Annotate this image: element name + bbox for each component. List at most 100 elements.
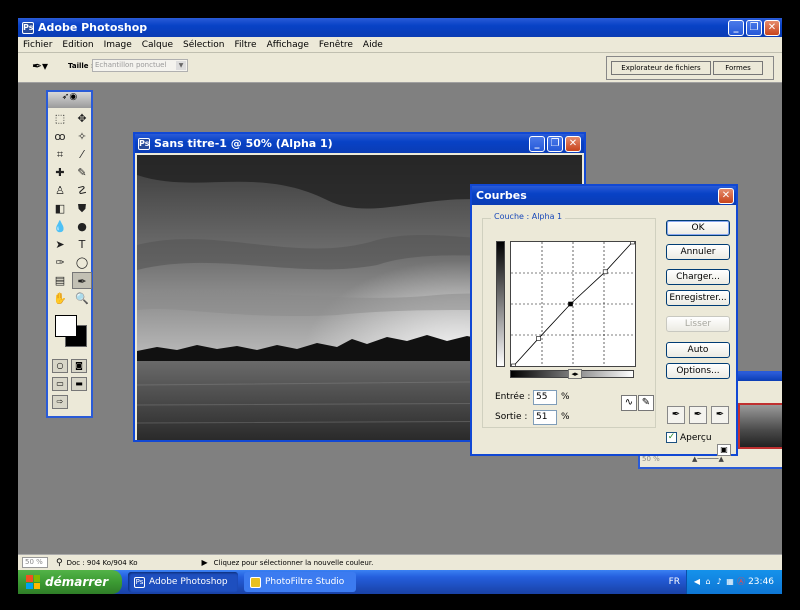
dodge-tool-icon[interactable]: ●	[72, 218, 92, 235]
menu-affichage[interactable]: Affichage	[262, 40, 314, 50]
move-tool-icon[interactable]: ✥	[72, 110, 92, 127]
menu-edition[interactable]: Edition	[57, 40, 98, 50]
healing-brush-tool-icon[interactable]: ✚	[50, 164, 70, 181]
menu-bar: Fichier Edition Image Calque Sélection F…	[18, 37, 782, 53]
brush-tool-icon[interactable]: ✎	[72, 164, 92, 181]
marquee-tool-icon[interactable]: ⬚	[50, 110, 70, 127]
curve-point[interactable]	[535, 336, 541, 341]
app-title-bar[interactable]: Ps Adobe Photoshop _ ❐ ✕	[18, 18, 782, 37]
text-tool-icon[interactable]: T	[72, 236, 92, 253]
curve-point[interactable]	[602, 269, 608, 275]
adobe-online-icon[interactable]: ➶◉	[48, 92, 91, 108]
hand-tool-icon[interactable]: ✋	[50, 290, 70, 307]
menu-fenetre[interactable]: Fenêtre	[314, 40, 358, 50]
start-button[interactable]: démarrer	[18, 570, 122, 594]
tray-back-icon[interactable]: ◀	[693, 577, 701, 587]
preview-label: Aperçu	[680, 432, 712, 443]
auto-button[interactable]: Auto	[666, 342, 730, 358]
shape-tool-icon[interactable]: ◯	[72, 254, 92, 271]
preview-checkbox[interactable]: ✓ Aperçu	[666, 432, 712, 443]
navigator-zoom[interactable]: 50 %	[642, 455, 660, 463]
curves-title-bar[interactable]: Courbes ✕	[472, 186, 736, 205]
foreground-color-swatch[interactable]	[55, 315, 77, 337]
zoom-tool-icon[interactable]: 🔍	[72, 290, 92, 307]
save-button[interactable]: Enregistrer...	[666, 290, 730, 306]
options-button[interactable]: Options...	[666, 363, 730, 379]
document-title-bar[interactable]: Ps Sans titre-1 @ 50% (Alpha 1) _ ❐ ✕	[135, 134, 584, 153]
magic-wand-tool-icon[interactable]: ✧	[72, 128, 92, 145]
menu-calque[interactable]: Calque	[137, 40, 178, 50]
ok-button[interactable]: OK	[666, 220, 730, 236]
stamp-tool-icon[interactable]: ♙	[50, 182, 70, 199]
clock[interactable]: 23:46	[748, 577, 774, 587]
document-close-button[interactable]: ✕	[565, 135, 581, 152]
jump-to-imageready-icon[interactable]: ⇨	[52, 395, 68, 409]
load-button[interactable]: Charger...	[666, 269, 730, 285]
curve-point[interactable]	[630, 239, 635, 245]
navigator-zoom-slider[interactable]: ▲─────▲	[692, 455, 724, 463]
taskbar-item-photoshop[interactable]: Ps Adobe Photoshop	[128, 572, 238, 592]
standard-mode-icon[interactable]: ○	[52, 359, 68, 373]
minimize-button[interactable]: _	[728, 19, 744, 36]
status-bar: 50 % ⚲ Doc : 904 Ko/904 Ko ▶ Cliquez pou…	[18, 554, 782, 570]
black-eyedropper-icon[interactable]: ✒	[667, 406, 685, 424]
cancel-button[interactable]: Annuler	[666, 244, 730, 260]
curve-point[interactable]	[511, 363, 516, 369]
menu-aide[interactable]: Aide	[358, 40, 388, 50]
navigator-thumbnail[interactable]	[738, 403, 782, 449]
status-doc-size: Doc : 904 Ko/904 Ko	[66, 558, 138, 567]
maximize-button[interactable]: ❐	[746, 19, 762, 36]
document-maximize-button[interactable]: ❐	[547, 135, 563, 152]
menu-selection[interactable]: Sélection	[178, 40, 229, 50]
checkmark-icon[interactable]: ✓	[666, 432, 677, 443]
status-zoom-field[interactable]: 50 %	[22, 557, 48, 568]
menu-image[interactable]: Image	[99, 40, 137, 50]
crop-tool-icon[interactable]: ⌗	[50, 146, 70, 163]
channel-group: Couche : Alpha 1 ◂▸ Entrée: 55 % Sortie…	[482, 212, 656, 428]
status-menu-arrow-icon[interactable]: ▶	[202, 558, 208, 567]
curve-point[interactable]	[568, 301, 573, 307]
output-field[interactable]: 51	[533, 410, 557, 425]
white-eyedropper-icon[interactable]: ✒	[711, 406, 729, 424]
slice-tool-icon[interactable]: ⁄	[72, 146, 92, 163]
menu-fichier[interactable]: Fichier	[18, 40, 57, 50]
tab-file-browser[interactable]: Explorateur de fichiers	[611, 61, 711, 75]
document-minimize-button[interactable]: _	[529, 135, 545, 152]
input-field[interactable]: 55	[533, 390, 557, 405]
network-icon[interactable]: ⌂	[704, 577, 712, 587]
curves-close-button[interactable]: ✕	[718, 187, 734, 204]
screen-mode-standard-icon[interactable]: ▭	[52, 377, 68, 391]
quick-mask-mode-icon[interactable]: ◙	[71, 359, 87, 373]
language-indicator[interactable]: FR	[669, 577, 680, 587]
screen-mode-full-icon[interactable]: ▬	[71, 377, 87, 391]
history-brush-tool-icon[interactable]: ☡	[72, 182, 92, 199]
tray-app-icon[interactable]: ▦	[726, 577, 734, 587]
channel-value[interactable]: Alpha 1	[532, 212, 562, 221]
size-select[interactable]: Echantillon ponctuel ▼	[92, 59, 188, 72]
curve-graph[interactable]	[510, 239, 636, 369]
antivirus-icon[interactable]: Ⓐ	[737, 577, 745, 587]
pen-tool-icon[interactable]: ✑	[50, 254, 70, 271]
system-tray: ◀ ⌂ ♪ ▦ Ⓐ 23:46	[686, 570, 782, 594]
tab-shapes[interactable]: Formes	[713, 61, 763, 75]
taskbar-item-photofiltre[interactable]: PhotoFiltre Studio	[244, 572, 356, 592]
blur-tool-icon[interactable]: 💧	[50, 218, 70, 235]
menu-filtre[interactable]: Filtre	[230, 40, 262, 50]
curve-mode-icon[interactable]: ∿	[621, 395, 637, 411]
eyedropper-tool-icon[interactable]: ✒	[72, 272, 92, 289]
gradient-flip-icon[interactable]: ◂▸	[568, 369, 582, 379]
path-selection-tool-icon[interactable]: ➤	[50, 236, 70, 253]
smooth-button[interactable]: Lisser	[666, 316, 730, 332]
lasso-tool-icon[interactable]: ꝏ	[50, 128, 70, 145]
close-button[interactable]: ✕	[764, 19, 780, 36]
chevron-down-icon[interactable]: ▼	[176, 61, 186, 70]
bucket-tool-icon[interactable]: ⛊	[72, 200, 92, 217]
eyedropper-icon[interactable]: ✒▾	[32, 59, 54, 77]
notes-tool-icon[interactable]: ▤	[50, 272, 70, 289]
curve-graph-svg	[511, 239, 635, 369]
gray-eyedropper-icon[interactable]: ✒	[689, 406, 707, 424]
eraser-tool-icon[interactable]: ◧	[50, 200, 70, 217]
pencil-mode-icon[interactable]: ✎	[638, 395, 654, 411]
volume-icon[interactable]: ♪	[715, 577, 723, 587]
expand-dialog-icon[interactable]: ▣	[717, 444, 731, 456]
